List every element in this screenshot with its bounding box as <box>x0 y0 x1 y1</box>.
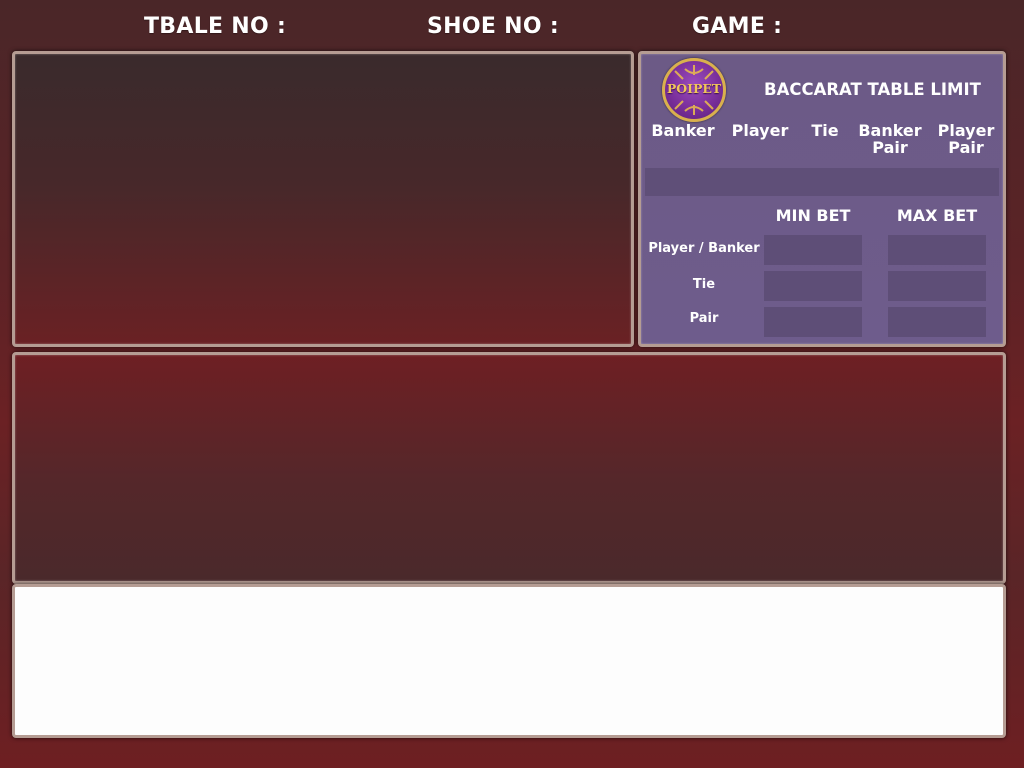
max-bet-player-banker-cell <box>888 235 986 265</box>
road-panel <box>12 352 1006 584</box>
bet-type-player: Player <box>731 121 789 140</box>
info-panel <box>12 584 1006 738</box>
row-label-pair: Pair <box>689 311 719 326</box>
header-shoe-no: SHOE NO : <box>427 14 559 39</box>
bet-type-banker: Banker <box>651 121 715 140</box>
table-limit-title: BACCARAT TABLE LIMIT <box>764 80 981 99</box>
max-bet-tie-cell <box>888 271 986 301</box>
min-bet-player-banker-cell <box>764 235 862 265</box>
row-label-player-banker: Player / Banker <box>648 241 760 256</box>
video-panel <box>12 51 634 347</box>
min-bet-pair-cell <box>764 307 862 337</box>
min-bet-header: MIN BET <box>775 206 851 225</box>
max-bet-pair-cell <box>888 307 986 337</box>
row-label-tie: Tie <box>692 277 716 292</box>
header-table-no: TBALE NO : <box>144 14 287 39</box>
min-bet-tie-cell <box>764 271 862 301</box>
bet-type-tie: Tie <box>811 121 839 140</box>
bet-type-banker-pair: Banker Pair <box>858 121 922 157</box>
payout-strip <box>645 168 999 196</box>
logo-text: POIPET <box>666 81 722 96</box>
max-bet-header: MAX BET <box>896 206 978 225</box>
bet-type-player-pair: Player Pair <box>937 121 995 157</box>
poipet-casino-logo-icon: POIPET <box>662 58 726 122</box>
header-game: GAME : <box>692 14 783 39</box>
